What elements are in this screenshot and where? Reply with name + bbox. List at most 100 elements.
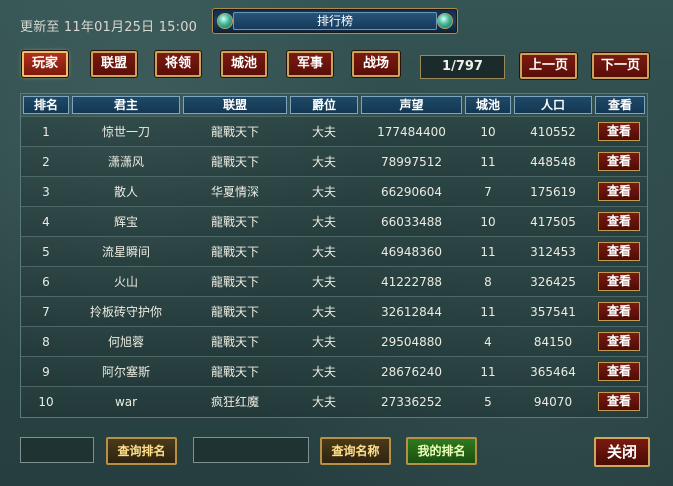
rank-cell: 1 xyxy=(42,125,50,139)
title-cell: 大夫 xyxy=(311,395,336,409)
prev-page-button[interactable]: 上一页 xyxy=(520,53,577,79)
rank-cell: 3 xyxy=(42,185,50,199)
population-cell: 410552 xyxy=(530,125,576,139)
column-header-view: 查看 xyxy=(595,96,645,114)
tab-military[interactable]: 军事 xyxy=(287,51,333,77)
column-header-title: 爵位 xyxy=(290,96,358,114)
view-button[interactable]: 查看 xyxy=(598,302,640,321)
alliance-cell: 龍戰天下 xyxy=(210,215,259,229)
population-cell: 417505 xyxy=(530,215,576,229)
column-header-rank: 排名 xyxy=(23,96,69,114)
title-banner: 排行榜 xyxy=(212,8,458,34)
table-row: 8 何旭蓉 龍戰天下 大夫 29504880 4 84150 查看 xyxy=(21,326,647,357)
lord-cell: 拎板砖守护你 xyxy=(89,305,162,319)
lord-cell: 阿尔塞斯 xyxy=(101,365,150,379)
title-cell: 大夫 xyxy=(311,125,336,139)
next-page-button[interactable]: 下一页 xyxy=(592,53,649,79)
tab-player[interactable]: 玩家 xyxy=(22,51,68,77)
left-orb-icon xyxy=(217,13,233,29)
cities-cell: 11 xyxy=(480,305,496,319)
close-button[interactable]: 关闭 xyxy=(594,437,650,467)
rank-cell: 10 xyxy=(38,395,54,409)
population-cell: 326425 xyxy=(530,275,576,289)
title-cell: 大夫 xyxy=(311,155,336,169)
tab-city[interactable]: 城池 xyxy=(221,51,267,77)
right-orb-icon xyxy=(437,13,453,29)
my-rank-button[interactable]: 我的排名 xyxy=(406,437,477,465)
title-cell: 大夫 xyxy=(311,335,336,349)
view-button[interactable]: 查看 xyxy=(598,122,640,141)
table-row: 7 拎板砖守护你 龍戰天下 大夫 32612844 11 357541 查看 xyxy=(21,296,647,327)
prestige-cell: 78997512 xyxy=(380,155,443,169)
lord-cell: 潇潇风 xyxy=(107,155,144,169)
view-button[interactable]: 查看 xyxy=(598,332,640,351)
ranking-table: 排名 君主 联盟 爵位 声望 城池 人口 查看 1 惊世一刀 龍戰天下 大夫 1… xyxy=(20,93,648,418)
column-header-cities: 城池 xyxy=(465,96,511,114)
title-cell: 大夫 xyxy=(311,275,336,289)
lord-cell: 辉宝 xyxy=(113,215,138,229)
tab-alliance[interactable]: 联盟 xyxy=(91,51,137,77)
lord-cell: war xyxy=(114,395,138,409)
title-cell: 大夫 xyxy=(311,305,336,319)
view-button[interactable]: 查看 xyxy=(598,212,640,231)
name-search-input[interactable] xyxy=(193,437,309,463)
alliance-cell: 龍戰天下 xyxy=(210,365,259,379)
table-row: 10 war 疯狂红魔 大夫 27336252 5 94070 查看 xyxy=(21,386,647,417)
alliance-cell: 龍戰天下 xyxy=(210,305,259,319)
cities-cell: 7 xyxy=(484,185,492,199)
lord-cell: 火山 xyxy=(113,275,138,289)
table-row: 9 阿尔塞斯 龍戰天下 大夫 28676240 11 365464 查看 xyxy=(21,356,647,387)
table-row: 4 辉宝 龍戰天下 大夫 66033488 10 417505 查看 xyxy=(21,206,647,237)
lord-cell: 散人 xyxy=(113,185,138,199)
rank-cell: 5 xyxy=(42,245,50,259)
title-cell: 大夫 xyxy=(311,245,336,259)
prestige-cell: 32612844 xyxy=(380,305,443,319)
table-header: 排名 君主 联盟 爵位 声望 城池 人口 查看 xyxy=(21,94,647,116)
view-button[interactable]: 查看 xyxy=(598,182,640,201)
prestige-cell: 27336252 xyxy=(380,395,443,409)
alliance-cell: 龍戰天下 xyxy=(210,335,259,349)
rank-cell: 8 xyxy=(42,335,50,349)
view-button[interactable]: 查看 xyxy=(598,272,640,291)
column-header-alliance: 联盟 xyxy=(183,96,287,114)
column-header-lord: 君主 xyxy=(72,96,180,114)
title-cell: 大夫 xyxy=(311,185,336,199)
prestige-cell: 29504880 xyxy=(380,335,443,349)
view-button[interactable]: 查看 xyxy=(598,362,640,381)
population-cell: 84150 xyxy=(533,335,573,349)
column-header-population: 人口 xyxy=(514,96,592,114)
cities-cell: 10 xyxy=(480,215,496,229)
prestige-cell: 66033488 xyxy=(380,215,443,229)
rank-search-input[interactable] xyxy=(20,437,94,463)
table-row: 2 潇潇风 龍戰天下 大夫 78997512 11 448548 查看 xyxy=(21,146,647,177)
prestige-cell: 46948360 xyxy=(380,245,443,259)
tab-battlefield[interactable]: 战场 xyxy=(352,51,400,77)
rank-cell: 7 xyxy=(42,305,50,319)
view-button[interactable]: 查看 xyxy=(598,152,640,171)
table-row: 1 惊世一刀 龍戰天下 大夫 177484400 10 410552 查看 xyxy=(21,116,647,147)
alliance-cell: 疯狂红魔 xyxy=(210,395,259,409)
alliance-cell: 龍戰天下 xyxy=(210,275,259,289)
alliance-cell: 华夏情深 xyxy=(210,185,259,199)
view-button[interactable]: 查看 xyxy=(598,392,640,411)
cities-cell: 10 xyxy=(480,125,496,139)
prestige-cell: 177484400 xyxy=(377,125,446,139)
population-cell: 312453 xyxy=(530,245,576,259)
prestige-cell: 66290604 xyxy=(380,185,443,199)
view-button[interactable]: 查看 xyxy=(598,242,640,261)
update-time-label: 更新至 11年01月25日 15:00 xyxy=(20,20,198,35)
rank-cell: 4 xyxy=(42,215,50,229)
column-header-prestige: 声望 xyxy=(361,96,462,114)
population-cell: 365464 xyxy=(530,365,576,379)
lord-cell: 何旭蓉 xyxy=(107,335,144,349)
query-rank-button[interactable]: 查询排名 xyxy=(106,437,177,465)
rank-cell: 2 xyxy=(42,155,50,169)
table-row: 6 火山 龍戰天下 大夫 41222788 8 326425 查看 xyxy=(21,266,647,297)
rank-cell: 6 xyxy=(42,275,50,289)
lord-cell: 流星瞬间 xyxy=(101,245,150,259)
cities-cell: 5 xyxy=(484,395,492,409)
table-row: 5 流星瞬间 龍戰天下 大夫 46948360 11 312453 查看 xyxy=(21,236,647,267)
query-name-button[interactable]: 查询名称 xyxy=(320,437,391,465)
cities-cell: 4 xyxy=(484,335,492,349)
tab-general[interactable]: 将领 xyxy=(155,51,201,77)
